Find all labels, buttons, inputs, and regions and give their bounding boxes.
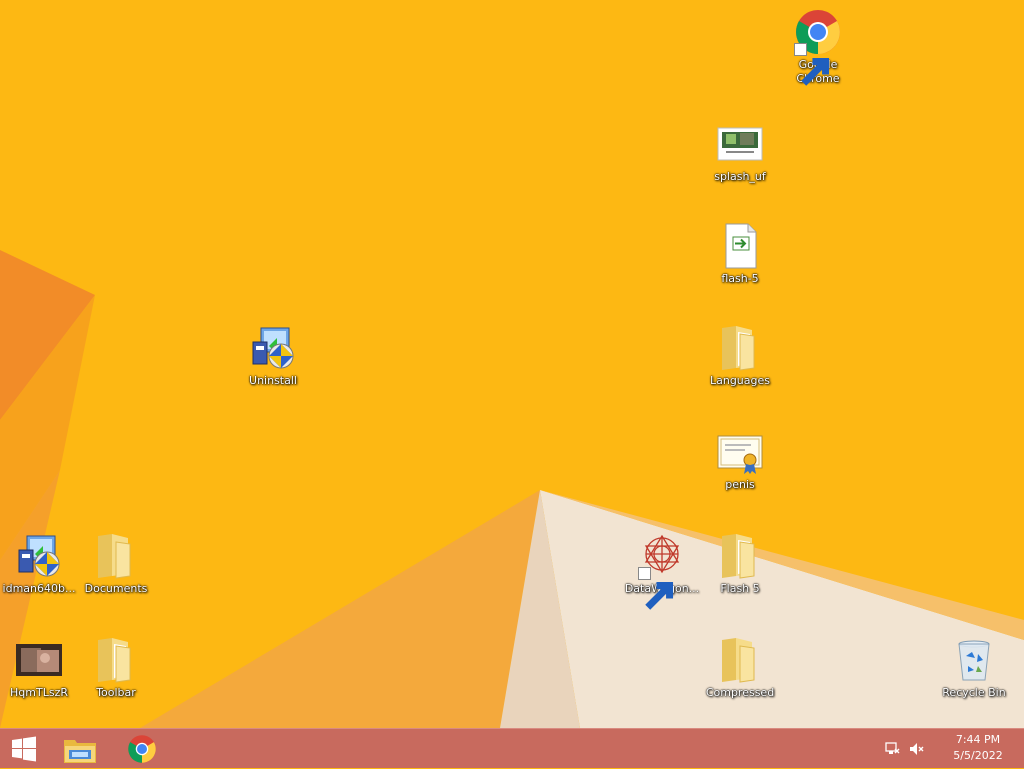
desktop-icon-google-chrome[interactable]: Google Chrome <box>780 4 856 96</box>
icon-label: HqmTLszR <box>10 686 68 699</box>
icon-label: Documents <box>84 582 148 595</box>
recycle-bin-icon <box>950 636 998 684</box>
volume-muted-icon[interactable] <box>908 741 924 757</box>
shortcut-arrow-icon <box>794 43 830 86</box>
system-tray: 7:44 PM 5/5/2022 <box>884 729 1024 769</box>
clock-date: 5/5/2022 <box>953 749 1003 762</box>
desktop-icon-flash-5-folder[interactable]: Flash 5 <box>702 528 778 620</box>
desktop[interactable]: Google Chrome splash_uf flash-5 Language… <box>0 0 1024 728</box>
desktop-icon-recycle-bin[interactable]: Recycle Bin <box>936 632 1012 724</box>
desktop-icon-languages-folder[interactable]: Languages <box>702 320 778 412</box>
chrome-taskbar-button[interactable] <box>118 729 166 769</box>
chrome-icon <box>128 735 156 763</box>
desktop-icon-idman-setup[interactable]: idman640b... <box>1 528 77 620</box>
image-file-icon <box>716 120 764 168</box>
icon-label: idman640b... <box>2 582 76 595</box>
file-explorer-icon <box>64 740 96 763</box>
installer-icon <box>15 532 63 580</box>
certificate-icon <box>716 428 764 476</box>
video-thumbnail-icon <box>15 636 63 684</box>
desktop-icon-documents-folder[interactable]: Documents <box>78 528 154 620</box>
network-icon[interactable] <box>884 741 900 757</box>
file-explorer-taskbar-button[interactable] <box>56 729 104 769</box>
uninstall-icon <box>249 324 297 372</box>
desktop-icon-penis[interactable]: penis <box>702 424 778 516</box>
icon-label: Flash 5 <box>720 582 760 595</box>
desktop-icon-flash-5-file[interactable]: flash-5 <box>702 218 778 310</box>
icon-label: Compressed <box>705 686 775 699</box>
folder-icon <box>716 324 764 372</box>
start-button[interactable] <box>0 729 48 769</box>
clock-time: 7:44 PM <box>955 733 1001 746</box>
desktop-icon-hqmtlszr[interactable]: HqmTLszR <box>1 632 77 724</box>
icon-label: flash-5 <box>721 272 759 285</box>
desktop-icon-uninstall[interactable]: Uninstall <box>235 320 311 412</box>
icon-label: Toolbar <box>96 686 136 699</box>
icon-label: Languages <box>709 374 771 387</box>
shortcut-file-icon <box>716 222 764 270</box>
icon-label: Uninstall <box>249 374 297 387</box>
folder-icon <box>92 636 140 684</box>
datawagon-icon <box>638 532 686 610</box>
folder-icon <box>716 636 764 684</box>
windows-logo-icon <box>12 736 36 762</box>
icon-label: Recycle Bin <box>942 686 1006 699</box>
clock[interactable]: 7:44 PM 5/5/2022 <box>946 732 1010 764</box>
folder-icon <box>92 532 140 580</box>
icon-label: splash_uf <box>714 170 766 183</box>
folder-icon <box>716 532 764 580</box>
icon-label: penis <box>725 478 755 491</box>
taskbar: 7:44 PM 5/5/2022 <box>0 728 1024 768</box>
desktop-icon-compressed-folder[interactable]: Compressed <box>702 632 778 724</box>
desktop-icon-splash-uf[interactable]: splash_uf <box>702 116 778 208</box>
desktop-icon-toolbar-folder[interactable]: Toolbar <box>78 632 154 724</box>
chrome-icon <box>794 8 842 86</box>
desktop-icon-datawagon[interactable]: DataWagon... <box>624 528 700 620</box>
shortcut-arrow-icon <box>638 567 674 610</box>
